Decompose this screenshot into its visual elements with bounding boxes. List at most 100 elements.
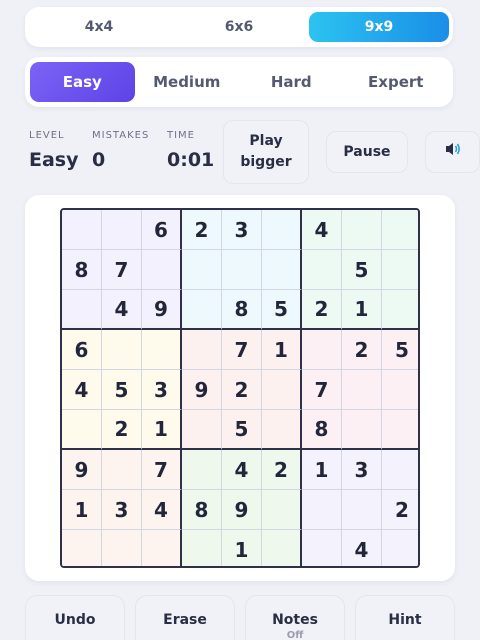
grid-cell[interactable]: [142, 530, 182, 566]
grid-cell[interactable]: 9: [182, 370, 222, 410]
grid-cell[interactable]: 4: [342, 530, 382, 566]
grid-cell[interactable]: [302, 490, 342, 530]
grid-cell[interactable]: [262, 530, 302, 566]
grid-cell[interactable]: 2: [262, 450, 302, 490]
grid-cell[interactable]: [382, 370, 418, 410]
grid-cell[interactable]: [262, 490, 302, 530]
grid-cell[interactable]: [62, 210, 102, 250]
tab-expert[interactable]: Expert: [344, 62, 449, 102]
grid-cell[interactable]: 4: [222, 450, 262, 490]
grid-cell[interactable]: 7: [302, 370, 342, 410]
grid-cell[interactable]: 4: [102, 290, 142, 330]
undo-button[interactable]: Undo: [25, 595, 125, 640]
mistakes-info: MISTAKES 0: [92, 130, 149, 171]
grid-cell[interactable]: 5: [102, 370, 142, 410]
grid-cell[interactable]: 8: [302, 410, 342, 450]
grid-cell[interactable]: 9: [142, 290, 182, 330]
grid-cell[interactable]: [342, 490, 382, 530]
tab-9x9[interactable]: 9x9: [309, 12, 449, 42]
grid-cell[interactable]: [382, 210, 418, 250]
grid-cell[interactable]: 3: [222, 210, 262, 250]
grid-cell[interactable]: 1: [62, 490, 102, 530]
grid-cell[interactable]: [262, 250, 302, 290]
grid-cell[interactable]: 2: [342, 330, 382, 370]
grid-cell[interactable]: [262, 410, 302, 450]
grid-cell[interactable]: [142, 330, 182, 370]
grid-cell[interactable]: 5: [382, 330, 418, 370]
grid-cell[interactable]: 9: [222, 490, 262, 530]
erase-button[interactable]: Erase: [135, 595, 235, 640]
grid-cell[interactable]: 1: [302, 450, 342, 490]
notes-button[interactable]: Notes Off: [245, 595, 345, 640]
tab-easy[interactable]: Easy: [30, 62, 135, 102]
grid-cell[interactable]: 2: [102, 410, 142, 450]
grid-cell[interactable]: 6: [62, 330, 102, 370]
grid-cell[interactable]: 1: [222, 530, 262, 566]
grid-cell[interactable]: 3: [142, 370, 182, 410]
play-bigger-button[interactable]: Play bigger: [223, 120, 309, 184]
grid-cell[interactable]: [62, 290, 102, 330]
grid-cell[interactable]: [62, 410, 102, 450]
tab-6x6[interactable]: 6x6: [169, 12, 309, 42]
grid-cell[interactable]: 4: [142, 490, 182, 530]
tab-medium[interactable]: Medium: [135, 62, 240, 102]
grid-cell[interactable]: [182, 250, 222, 290]
tab-4x4[interactable]: 4x4: [29, 12, 169, 42]
grid-cell[interactable]: 8: [222, 290, 262, 330]
grid-cell[interactable]: [342, 370, 382, 410]
grid-cell[interactable]: 2: [382, 490, 418, 530]
grid-cell[interactable]: [182, 450, 222, 490]
grid-cell[interactable]: [302, 530, 342, 566]
grid-cell[interactable]: 8: [182, 490, 222, 530]
grid-cell[interactable]: 5: [262, 290, 302, 330]
grid-cell[interactable]: [382, 530, 418, 566]
grid-cell[interactable]: [182, 410, 222, 450]
grid-cell[interactable]: [382, 250, 418, 290]
grid-cell[interactable]: 3: [342, 450, 382, 490]
grid-cell[interactable]: [142, 250, 182, 290]
grid-cell[interactable]: [182, 530, 222, 566]
grid-cell[interactable]: 2: [222, 370, 262, 410]
grid-cell[interactable]: 3: [102, 490, 142, 530]
grid-cell[interactable]: 9: [62, 450, 102, 490]
grid-cell[interactable]: 1: [342, 290, 382, 330]
grid-cell[interactable]: 1: [142, 410, 182, 450]
grid-cell[interactable]: [102, 210, 142, 250]
grid-cell[interactable]: [182, 290, 222, 330]
grid-cell[interactable]: 4: [62, 370, 102, 410]
grid-cell[interactable]: 2: [302, 290, 342, 330]
grid-cell[interactable]: [302, 330, 342, 370]
hint-label: Hint: [388, 612, 422, 628]
speaker-icon: [444, 141, 462, 164]
grid-cell[interactable]: [382, 410, 418, 450]
tab-hard[interactable]: Hard: [239, 62, 344, 102]
grid-cell[interactable]: 4: [302, 210, 342, 250]
sound-button[interactable]: [425, 131, 480, 173]
grid-cell[interactable]: 7: [222, 330, 262, 370]
grid-cell[interactable]: [62, 530, 102, 566]
grid-cell[interactable]: [102, 450, 142, 490]
grid-cell[interactable]: [342, 410, 382, 450]
play-bigger-line2: bigger: [240, 154, 292, 170]
grid-cell[interactable]: 1: [262, 330, 302, 370]
grid-cell[interactable]: 7: [142, 450, 182, 490]
grid-cell[interactable]: 8: [62, 250, 102, 290]
grid-cell[interactable]: [382, 450, 418, 490]
time-value: 0:01: [167, 149, 215, 171]
grid-cell[interactable]: [342, 210, 382, 250]
grid-cell[interactable]: [222, 250, 262, 290]
grid-cell[interactable]: [182, 330, 222, 370]
grid-cell[interactable]: [102, 330, 142, 370]
pause-button[interactable]: Pause: [326, 131, 408, 173]
grid-cell[interactable]: 5: [342, 250, 382, 290]
grid-cell[interactable]: [382, 290, 418, 330]
hint-button[interactable]: Hint: [355, 595, 455, 640]
grid-cell[interactable]: [262, 370, 302, 410]
grid-cell[interactable]: 6: [142, 210, 182, 250]
grid-cell[interactable]: [102, 530, 142, 566]
grid-cell[interactable]: [262, 210, 302, 250]
grid-cell[interactable]: 2: [182, 210, 222, 250]
grid-cell[interactable]: 5: [222, 410, 262, 450]
grid-cell[interactable]: 7: [102, 250, 142, 290]
grid-cell[interactable]: [302, 250, 342, 290]
